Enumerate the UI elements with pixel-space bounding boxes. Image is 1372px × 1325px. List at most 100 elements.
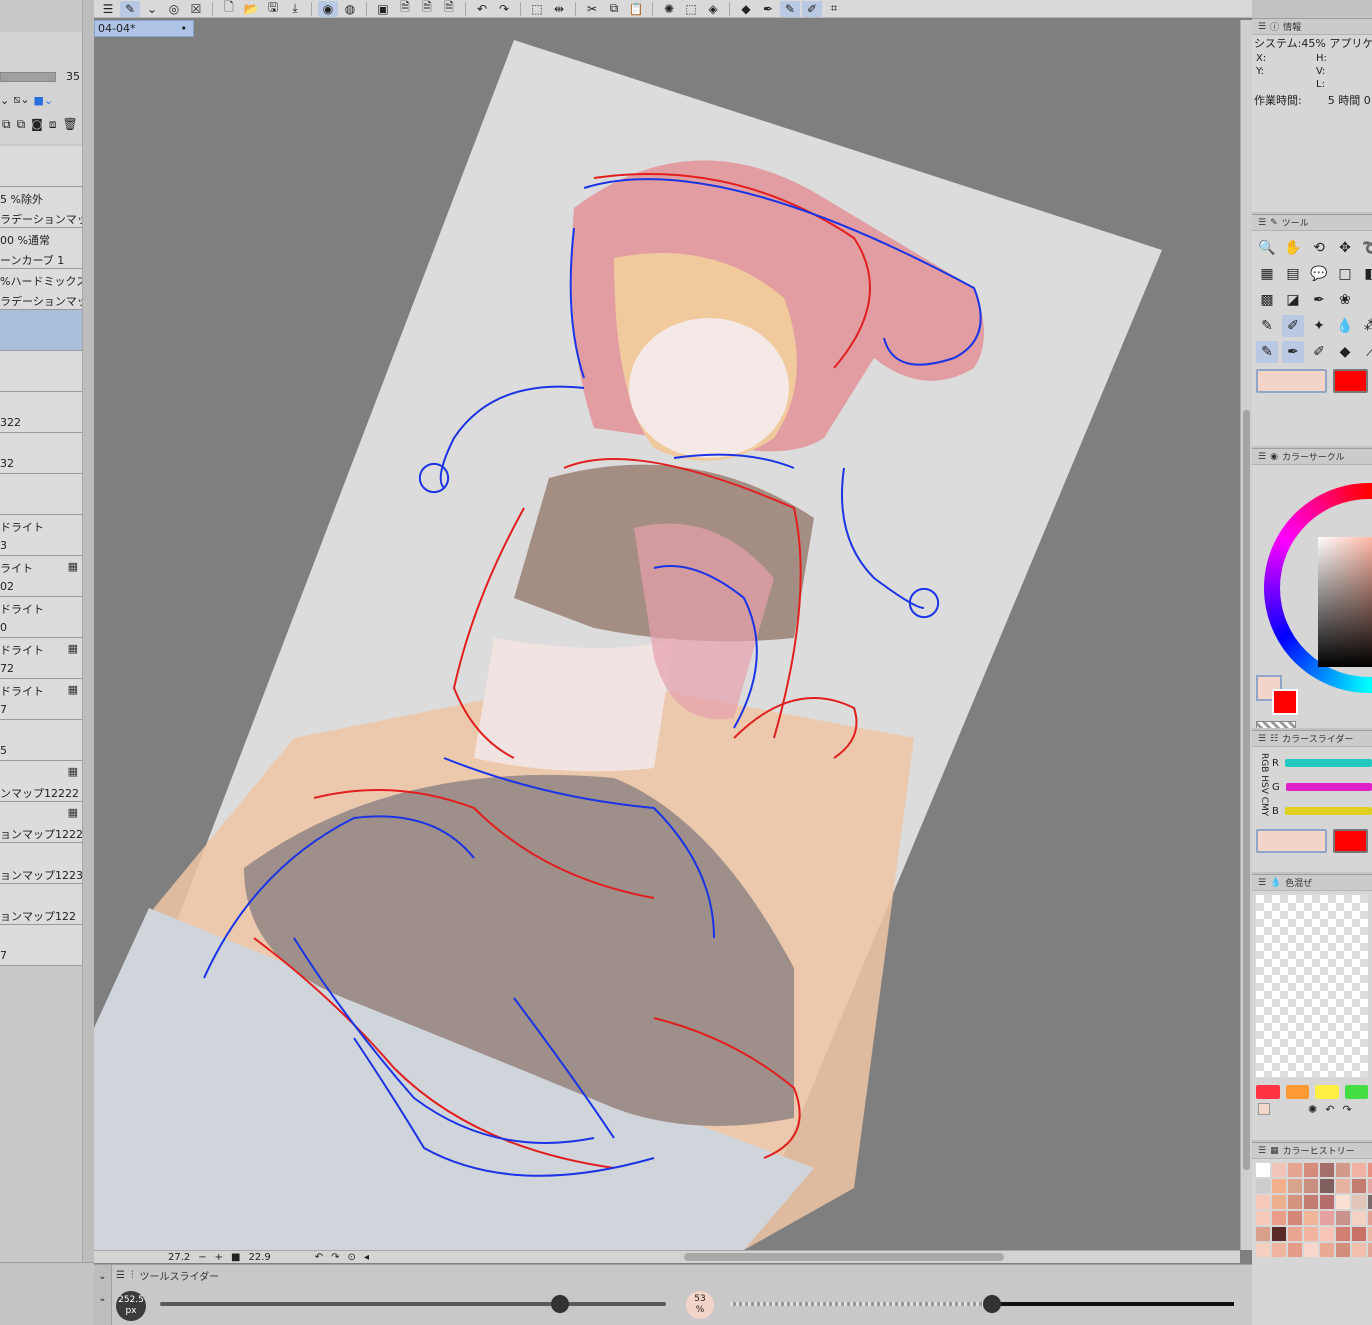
panel-menu-icon[interactable]: ☰ <box>1258 1146 1266 1156</box>
pencil-tool-icon[interactable]: ✐ <box>1282 315 1304 337</box>
fit-icon[interactable]: ■ <box>231 1252 240 1263</box>
color-mix-canvas[interactable] <box>1256 895 1368 1077</box>
close-icon[interactable]: ☒ <box>186 1 206 17</box>
palette-swatch[interactable] <box>1315 1085 1339 1099</box>
chevron-down-icon[interactable]: ⌄ <box>142 1 162 17</box>
history-swatch[interactable] <box>1288 1211 1302 1225</box>
menu-icon[interactable]: ☰ <box>98 1 118 17</box>
duplicate-layer-icon[interactable]: ⧉ <box>17 117 26 132</box>
liquify-tool-icon[interactable]: ❀ <box>1334 289 1356 311</box>
sub-color-swatch[interactable] <box>1332 829 1368 853</box>
texture-tool-icon[interactable]: ⁂ <box>1360 315 1372 337</box>
palette-swatch[interactable] <box>1285 1085 1309 1099</box>
figure-tool-icon[interactable]: □ <box>1334 263 1356 285</box>
eyedropper-tool-icon[interactable]: ✒ <box>1308 289 1330 311</box>
select-all-icon[interactable]: ⬚ <box>681 1 701 17</box>
history-swatch[interactable] <box>1352 1195 1366 1209</box>
history-swatch[interactable] <box>1256 1163 1270 1177</box>
layer-item[interactable]: ンマップ12222 ▦ <box>0 761 82 802</box>
move-tool-icon[interactable]: ✥ <box>1334 237 1356 259</box>
mix-clear-icon[interactable]: ✺ <box>1308 1103 1317 1116</box>
zoom-in-button[interactable]: + <box>215 1252 223 1263</box>
frame-tool-icon[interactable]: ▤ <box>1282 263 1304 285</box>
saturation-value-square[interactable] <box>1318 537 1372 667</box>
history-swatch[interactable] <box>1320 1243 1334 1257</box>
transparent-color-swatch[interactable] <box>1256 721 1296 728</box>
history-swatch[interactable] <box>1320 1227 1334 1241</box>
history-swatch[interactable] <box>1336 1243 1350 1257</box>
eraser-icon[interactable]: ◆ <box>736 1 756 17</box>
color-wheel[interactable] <box>1252 465 1372 728</box>
clip-studio-icon[interactable]: ✎ <box>120 0 140 17</box>
eraser-tool-icon[interactable]: ◆ <box>1334 341 1356 363</box>
brush-opacity-slider[interactable] <box>730 1295 1234 1313</box>
history-swatch[interactable] <box>1288 1243 1302 1257</box>
history-swatch[interactable] <box>1304 1195 1318 1209</box>
correction-tool-icon[interactable]: ⟋ <box>1360 341 1372 363</box>
export-jpg-icon[interactable]: 🗎 <box>439 0 459 17</box>
g-pen-tool-icon[interactable]: ✒ <box>1282 341 1304 363</box>
open-file-icon[interactable]: 📂 <box>241 1 261 17</box>
history-swatch[interactable] <box>1336 1195 1350 1209</box>
sub-color-swatch[interactable] <box>1332 369 1368 393</box>
red-slider[interactable] <box>1284 759 1372 767</box>
layer-item[interactable]: ドライト 3 <box>0 515 82 556</box>
history-swatch[interactable] <box>1320 1179 1334 1193</box>
history-swatch[interactable] <box>1368 1211 1372 1225</box>
history-swatch[interactable] <box>1272 1163 1286 1177</box>
layer-item[interactable]: 322 <box>0 392 82 433</box>
brush-size-knob[interactable] <box>550 1295 569 1313</box>
watercolor-tool-icon[interactable]: 💧 <box>1334 315 1356 337</box>
panel-menu-icon[interactable]: ☰ <box>1258 734 1266 744</box>
green-slider-row[interactable]: G <box>1266 775 1372 799</box>
sparkle-tool-icon[interactable]: ✦ <box>1308 315 1330 337</box>
canvas-horizontal-scroll-thumb[interactable] <box>684 1253 1004 1261</box>
layer-item[interactable]: ドライト 72 ▦ <box>0 638 82 679</box>
palette-swatch[interactable] <box>1256 1085 1280 1099</box>
pen-tool-icon[interactable]: ✎ <box>1256 315 1278 337</box>
history-swatch[interactable] <box>1368 1195 1372 1209</box>
history-swatch[interactable] <box>1352 1227 1366 1241</box>
panel-menu-icon[interactable]: ☰ <box>1258 452 1266 462</box>
history-swatch[interactable] <box>1256 1243 1270 1257</box>
blue-slider-row[interactable]: B <box>1266 799 1372 823</box>
panel-menu-icon[interactable]: ☰ <box>1258 22 1266 32</box>
spiral-icon[interactable]: ◎ <box>164 1 184 17</box>
undo-icon[interactable]: ↶ <box>472 1 492 17</box>
hand-tool-icon[interactable]: ✋ <box>1282 237 1304 259</box>
rotate-right-icon[interactable]: ↷ <box>331 1252 339 1263</box>
layer-item[interactable]: 00 %通常 ーンカーブ 1 <box>0 228 82 269</box>
layer-item[interactable]: ョンマップ1222 ▦ <box>0 802 82 843</box>
brush-tool-icon[interactable]: ◪ <box>1282 289 1304 311</box>
rotate-left-icon[interactable]: ↶ <box>315 1252 323 1263</box>
rotate-tool-icon[interactable]: ⟲ <box>1308 237 1330 259</box>
panel-menu-icon[interactable]: ☰ <box>116 1270 125 1281</box>
history-swatch[interactable] <box>1272 1195 1286 1209</box>
scroll-left-icon[interactable]: ◂ <box>364 1252 369 1263</box>
merge-icon[interactable]: ⧈ <box>49 117 57 132</box>
current-sub-color[interactable] <box>1272 689 1298 715</box>
mix-undo-icon[interactable]: ↶ <box>1325 1103 1334 1116</box>
transform-icon[interactable]: ⬚ <box>527 1 547 17</box>
panel-menu-icon[interactable]: ☰ <box>1258 878 1266 888</box>
pen-icon[interactable]: ✒ <box>758 1 778 17</box>
layer-item[interactable]: 32 <box>0 433 82 474</box>
history-swatch[interactable] <box>1320 1163 1334 1177</box>
layer-item[interactable]: ライト 02 ▦ <box>0 556 82 597</box>
history-swatch[interactable] <box>1304 1243 1318 1257</box>
panel-menu-icon[interactable]: ☰ <box>1258 218 1266 228</box>
cut-icon[interactable]: ✂ <box>582 1 602 17</box>
main-color-swatch[interactable] <box>1256 829 1327 853</box>
main-color-swatch[interactable] <box>1256 369 1327 393</box>
history-swatch[interactable] <box>1304 1227 1318 1241</box>
history-swatch[interactable] <box>1288 1179 1302 1193</box>
sync-settings-icon[interactable]: ◍ <box>340 1 360 17</box>
history-swatch[interactable] <box>1288 1227 1302 1241</box>
new-file-icon[interactable]: 🗋 <box>219 0 239 17</box>
marker-tool-icon[interactable]: ✎ <box>1256 341 1278 363</box>
export-png-icon[interactable]: 🗎 <box>417 0 437 17</box>
layer-item[interactable]: 7 <box>0 925 82 966</box>
layer-item[interactable] <box>0 351 82 392</box>
loading-icon[interactable]: ✺ <box>659 1 679 17</box>
layer-item[interactable]: %ハードミックスラデーションマップ <box>0 269 82 310</box>
